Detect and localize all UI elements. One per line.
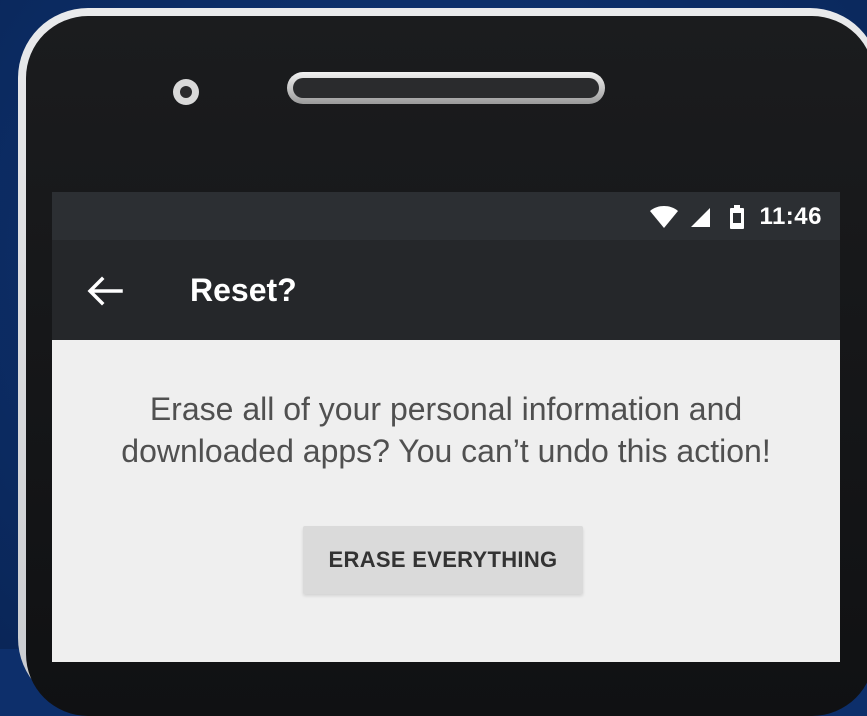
status-bar: 11:46 [52,192,840,240]
page-title: Reset? [190,272,297,308]
message-line-1: Erase all of your personal information a… [149,391,743,427]
front-camera [173,79,199,105]
status-time: 11:46 [759,203,822,230]
earpiece-speaker [287,72,605,104]
reset-warning-message: Erase all of your personal information a… [52,388,840,472]
status-icons: 11:46 [649,203,822,230]
back-button[interactable] [82,268,128,314]
arrow-left-icon [87,276,123,306]
app-bar: Reset? [52,240,840,340]
erase-everything-button[interactable]: ERASE EVERYTHING [303,526,583,594]
battery-icon [730,205,745,229]
message-line-2: downloaded apps? You can’t undo this act… [121,433,771,469]
cell-signal-icon [691,208,711,227]
wifi-icon [650,206,679,228]
reset-content: Erase all of your personal information a… [52,340,840,662]
phone-screen: 11:46 Reset? Erase all of your personal … [52,192,840,662]
